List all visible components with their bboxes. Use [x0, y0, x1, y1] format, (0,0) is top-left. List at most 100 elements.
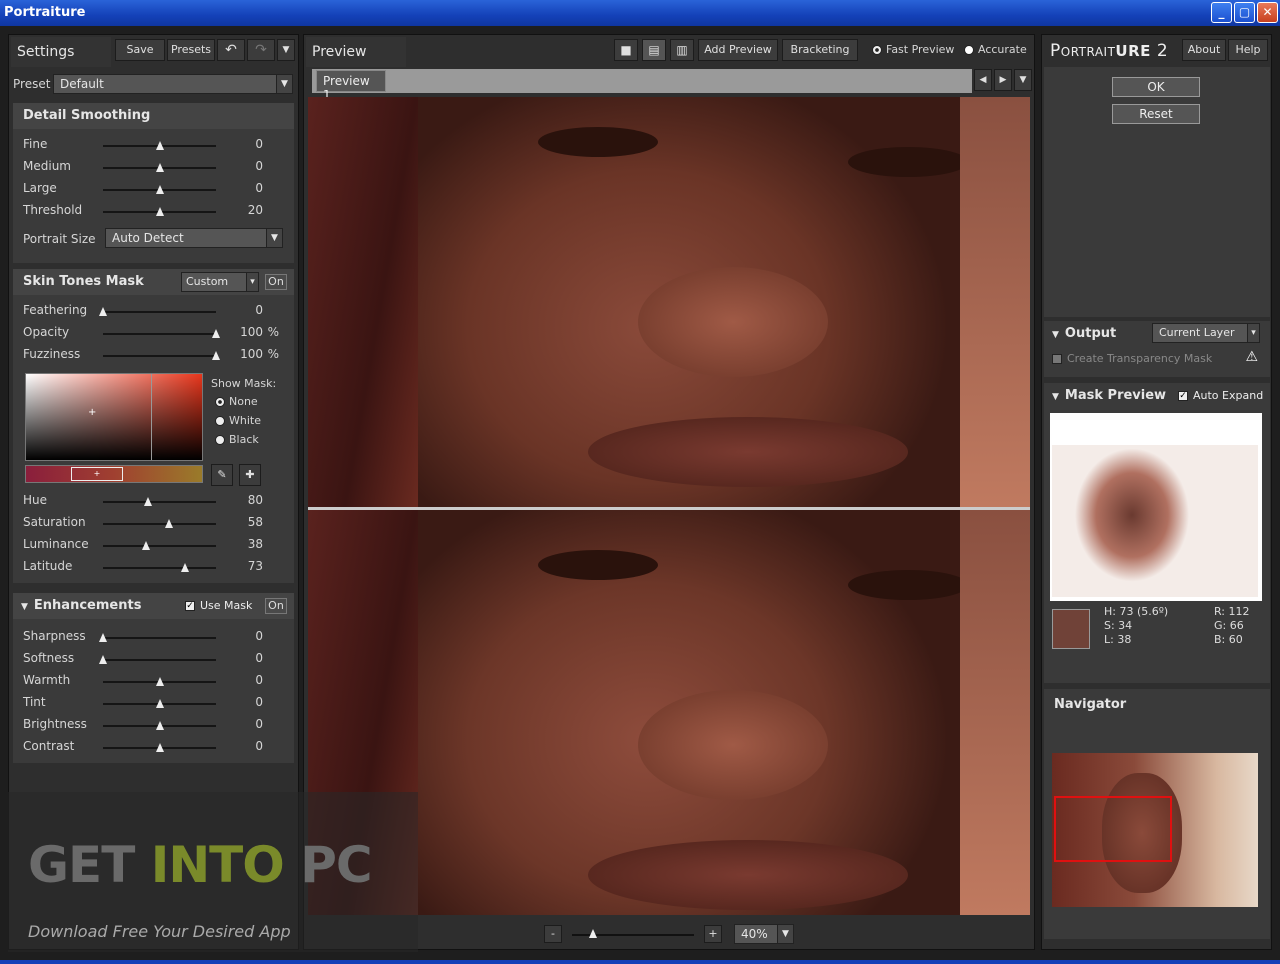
collapse-triangle-icon[interactable]: ▼ [1052, 392, 1059, 402]
slider-row[interactable]: Tint 0 [23, 693, 293, 713]
slider-track[interactable] [103, 333, 216, 335]
slider-thumb[interactable] [99, 307, 107, 316]
show-mask-option-black[interactable]: Black [215, 433, 261, 452]
slider-thumb[interactable] [212, 329, 220, 338]
zoom-select[interactable]: 40% ▼ [734, 924, 794, 944]
collapse-triangle-icon[interactable]: ▼ [21, 602, 28, 612]
save-button[interactable]: Save [115, 39, 165, 61]
reset-button[interactable]: Reset [1112, 104, 1200, 124]
slider-row[interactable]: Warmth 0 [23, 671, 293, 691]
color-picker-marker[interactable]: + [88, 407, 96, 418]
slider-thumb[interactable] [155, 207, 164, 216]
mask-preview-header[interactable]: ▼ Mask Preview [1052, 388, 1166, 403]
slider-track[interactable] [103, 567, 216, 569]
single-view-icon[interactable]: ■ [614, 39, 638, 61]
redo-icon[interactable]: ↷ [247, 39, 275, 61]
output-select[interactable]: Current Layer ▾ [1152, 323, 1260, 343]
watermark-logo: GET INTO PC [28, 836, 373, 894]
slider-row[interactable]: Threshold 20 [23, 201, 293, 221]
original-preview-image[interactable] [308, 97, 1030, 507]
split-horizontal-icon[interactable]: ▤ [642, 39, 666, 61]
brand-name-b: ure [1115, 42, 1151, 60]
slider-row[interactable]: Sharpness 0 [23, 627, 293, 647]
slider-row[interactable]: Fine 0 [23, 135, 293, 155]
slider-row[interactable]: Large 0 [23, 179, 293, 199]
slider-track[interactable] [103, 637, 216, 639]
fast-preview-radio[interactable]: Fast Preview [872, 43, 954, 56]
hue-range-bar[interactable]: + [25, 465, 203, 483]
slider-row[interactable]: Saturation 58 [23, 513, 293, 533]
skin-mode-select[interactable]: Custom ▾ [181, 272, 259, 292]
zoom-slider-thumb[interactable] [588, 929, 597, 938]
slider-thumb[interactable] [164, 519, 173, 528]
split-vertical-icon[interactable]: ▥ [670, 39, 694, 61]
slider-thumb[interactable] [155, 677, 164, 686]
show-mask-option-white[interactable]: White [215, 414, 261, 433]
slider-thumb[interactable] [99, 633, 107, 642]
slider-thumb[interactable] [155, 743, 164, 752]
slider-thumb[interactable] [155, 163, 164, 172]
slider-thumb[interactable] [141, 541, 150, 550]
eyedropper-icon[interactable]: ✎ [211, 464, 233, 486]
slider-thumb[interactable] [212, 351, 220, 360]
slider-row[interactable]: Opacity 100% [23, 323, 293, 343]
fast-preview-label: Fast Preview [886, 43, 955, 56]
ok-button[interactable]: OK [1112, 77, 1200, 97]
about-button[interactable]: About [1182, 39, 1226, 61]
color-picker-field[interactable]: + [25, 373, 203, 461]
slider-row[interactable]: Feathering 0 [23, 301, 293, 321]
undo-icon[interactable]: ↶ [217, 39, 245, 61]
slider-track[interactable] [103, 311, 216, 313]
slider-row[interactable]: Luminance 38 [23, 535, 293, 555]
zoom-out-button[interactable]: - [544, 925, 562, 943]
navigator-image[interactable] [1052, 753, 1258, 907]
show-mask-option-none[interactable]: None [215, 395, 261, 414]
slider-row[interactable]: Latitude 73 [23, 557, 293, 577]
mask-preview-image[interactable] [1050, 413, 1262, 601]
close-button[interactable]: ✕ [1257, 2, 1278, 23]
slider-thumb[interactable] [99, 655, 107, 664]
slider-track[interactable] [103, 523, 216, 525]
slider-row[interactable]: Hue 80 [23, 491, 293, 511]
preview-tab[interactable]: Preview 1 [316, 70, 386, 102]
slider-track[interactable] [103, 355, 216, 357]
eyedropper-add-icon[interactable]: ✚ [239, 464, 261, 486]
slider-row[interactable]: Contrast 0 [23, 737, 293, 757]
menu-dropdown-icon[interactable]: ▼ [277, 39, 295, 61]
slider-track[interactable] [103, 501, 216, 503]
next-arrow-icon[interactable]: ▶ [994, 69, 1012, 91]
transparency-checkbox[interactable]: Create Transparency Mask [1052, 352, 1212, 365]
tab-menu-icon[interactable]: ▼ [1014, 69, 1032, 91]
slider-thumb[interactable] [155, 721, 164, 730]
maximize-button[interactable]: ▢ [1234, 2, 1255, 23]
enhancements-on-toggle[interactable]: On [265, 598, 287, 614]
slider-row[interactable]: Softness 0 [23, 649, 293, 669]
accurate-radio[interactable]: Accurate [964, 43, 1027, 56]
add-preview-button[interactable]: Add Preview [698, 39, 778, 61]
slider-row[interactable]: Medium 0 [23, 157, 293, 177]
portrait-size-select[interactable]: Auto Detect ▼ [105, 228, 283, 248]
preset-select[interactable]: Default ▼ [53, 74, 293, 94]
slider-track[interactable] [103, 545, 216, 547]
collapse-triangle-icon[interactable]: ▼ [1052, 330, 1059, 340]
help-button[interactable]: Help [1228, 39, 1268, 61]
slider-thumb[interactable] [181, 563, 190, 572]
output-header[interactable]: ▼ Output [1052, 326, 1116, 341]
slider-thumb[interactable] [155, 141, 164, 150]
slider-row[interactable]: Fuzziness 100% [23, 345, 293, 365]
auto-expand-checkbox[interactable]: ✓ Auto Expand [1178, 389, 1263, 402]
slider-thumb[interactable] [144, 497, 153, 506]
slider-thumb[interactable] [155, 699, 164, 708]
zoom-in-button[interactable]: + [704, 925, 722, 943]
use-mask-checkbox[interactable]: ✓ Use Mask [185, 599, 252, 612]
minimize-button[interactable]: _ [1211, 2, 1232, 23]
slider-track[interactable] [103, 659, 216, 661]
bracketing-button[interactable]: Bracketing [782, 39, 858, 61]
navigator-viewport[interactable] [1054, 796, 1172, 862]
slider-thumb[interactable] [155, 185, 164, 194]
skin-mask-on-toggle[interactable]: On [265, 274, 287, 290]
presets-button[interactable]: Presets [167, 39, 215, 61]
hue-range-window[interactable]: + [71, 467, 123, 481]
prev-arrow-icon[interactable]: ◀ [974, 69, 992, 91]
slider-row[interactable]: Brightness 0 [23, 715, 293, 735]
